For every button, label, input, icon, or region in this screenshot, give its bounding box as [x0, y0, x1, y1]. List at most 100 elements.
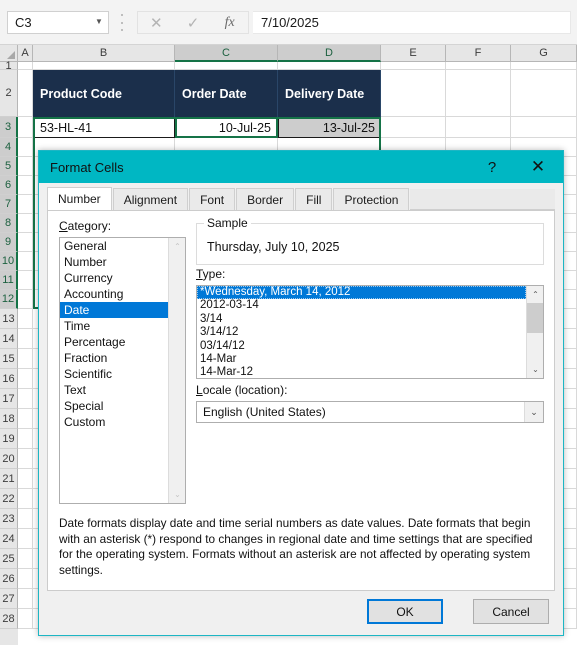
row-header-4[interactable]: 4 — [0, 138, 18, 157]
type-scroll-up-icon[interactable]: ⌃ — [527, 286, 543, 303]
tab-alignment[interactable]: Alignment — [112, 188, 189, 210]
row-header-13[interactable]: 13 — [0, 309, 18, 329]
cell-E3[interactable] — [381, 117, 446, 138]
type-item-2[interactable]: 3/14 — [197, 313, 526, 326]
category-item-custom[interactable]: Custom — [60, 414, 168, 430]
cell-A25[interactable] — [18, 549, 33, 569]
row-header-12[interactable]: 12 — [0, 290, 18, 309]
chevron-down-icon[interactable]: ▼ — [90, 17, 108, 28]
cell-C3-active[interactable]: 10-Jul-25 — [175, 117, 278, 138]
cell-B3[interactable]: 53-HL-41 — [33, 117, 175, 138]
column-header-e[interactable]: E — [381, 45, 446, 62]
row-header-20[interactable]: 20 — [0, 449, 18, 469]
cell-F1[interactable] — [446, 62, 511, 70]
cell-A28[interactable] — [18, 609, 33, 629]
row-header-6[interactable]: 6 — [0, 176, 18, 195]
row-header-1[interactable]: 1 — [0, 60, 18, 72]
category-item-date[interactable]: Date — [60, 302, 168, 318]
row-header-26[interactable]: 26 — [0, 569, 18, 589]
cell-A18[interactable] — [18, 409, 33, 429]
cancel-button[interactable]: Cancel — [473, 599, 549, 624]
type-item-0[interactable]: *Wednesday, March 14, 2012 — [197, 286, 526, 300]
help-icon[interactable]: ? — [475, 151, 509, 183]
column-header-b[interactable]: B — [33, 45, 175, 62]
cell-A22[interactable] — [18, 489, 33, 509]
cancel-entry-icon[interactable]: ✕ — [138, 12, 175, 33]
cell-A20[interactable] — [18, 449, 33, 469]
tab-fill[interactable]: Fill — [295, 188, 333, 210]
row-header-3[interactable]: 3 — [0, 117, 18, 138]
tab-protection[interactable]: Protection — [333, 188, 410, 210]
cell-E2[interactable] — [381, 70, 446, 117]
category-listbox[interactable]: General Number Currency Accounting Date Time P… — [59, 237, 186, 504]
column-header-a[interactable]: A — [18, 45, 33, 62]
row-header-8[interactable]: 8 — [0, 214, 18, 233]
cell-A10[interactable] — [18, 252, 33, 271]
row-header-19[interactable]: 19 — [0, 429, 18, 449]
name-box[interactable]: C3 ▼ — [7, 11, 109, 34]
chevron-down-icon[interactable]: ⌄ — [524, 402, 543, 422]
ok-button[interactable]: OK — [367, 599, 443, 624]
cell-F2[interactable] — [446, 70, 511, 117]
category-item-number[interactable]: Number — [60, 254, 168, 270]
row-header-22[interactable]: 22 — [0, 489, 18, 509]
cell-A5[interactable] — [18, 157, 33, 176]
cell-E1[interactable] — [381, 62, 446, 70]
row-header-16[interactable]: 16 — [0, 369, 18, 389]
cell-F3[interactable] — [446, 117, 511, 138]
category-scroll-up-icon[interactable]: ⌃ — [169, 238, 185, 255]
row-header-2[interactable]: 2 — [0, 70, 18, 117]
cell-G3[interactable] — [511, 117, 577, 138]
cell-A6[interactable] — [18, 176, 33, 195]
category-scrollbar[interactable]: ⌃ ⌄ — [168, 238, 185, 503]
column-header-g[interactable]: G — [511, 45, 577, 62]
row-header-7[interactable]: 7 — [0, 195, 18, 214]
row-header-15[interactable]: 15 — [0, 349, 18, 369]
cell-B2-product-code-header[interactable]: Product Code — [33, 70, 175, 117]
type-item-5[interactable]: 14-Mar — [197, 353, 526, 366]
tab-border[interactable]: Border — [236, 188, 295, 210]
row-header-24[interactable]: 24 — [0, 529, 18, 549]
type-scrollbar-thumb[interactable] — [527, 303, 543, 333]
type-item-1[interactable]: 2012-03-14 — [197, 299, 526, 312]
cell-B1[interactable] — [33, 62, 175, 70]
row-header-25[interactable]: 25 — [0, 549, 18, 569]
cell-A7[interactable] — [18, 195, 33, 214]
category-item-currency[interactable]: Currency — [60, 270, 168, 286]
cell-C2-order-date-header[interactable]: Order Date — [175, 70, 278, 117]
cell-A9[interactable] — [18, 233, 33, 252]
cell-A14[interactable] — [18, 329, 33, 349]
row-header-18[interactable]: 18 — [0, 409, 18, 429]
cell-A26[interactable] — [18, 569, 33, 589]
column-header-f[interactable]: F — [446, 45, 511, 62]
row-header-9[interactable]: 9 — [0, 233, 18, 252]
row-header-14[interactable]: 14 — [0, 329, 18, 349]
category-item-time[interactable]: Time — [60, 318, 168, 334]
cell-A19[interactable] — [18, 429, 33, 449]
category-item-accounting[interactable]: Accounting — [60, 286, 168, 302]
tab-number[interactable]: Number — [47, 187, 112, 210]
confirm-entry-icon[interactable]: ✓ — [175, 12, 212, 33]
category-item-percentage[interactable]: Percentage — [60, 334, 168, 350]
cell-A12[interactable] — [18, 290, 33, 309]
cell-C1[interactable] — [175, 62, 278, 70]
cell-D2-delivery-date-header[interactable]: Delivery Date — [278, 70, 381, 117]
cell-A11[interactable] — [18, 271, 33, 290]
cell-A8[interactable] — [18, 214, 33, 233]
cell-G2[interactable] — [511, 70, 577, 117]
category-item-general[interactable]: General — [60, 238, 168, 254]
cell-D3[interactable]: 13-Jul-25 — [278, 117, 381, 138]
row-header-17[interactable]: 17 — [0, 389, 18, 409]
formula-input[interactable]: 7/10/2025 — [253, 11, 571, 34]
tab-font[interactable]: Font — [189, 188, 236, 210]
type-scrollbar[interactable]: ⌃ ⌄ — [526, 286, 543, 378]
cell-A3[interactable] — [18, 117, 33, 138]
type-item-6[interactable]: 14-Mar-12 — [197, 366, 526, 378]
row-header-5[interactable]: 5 — [0, 157, 18, 176]
column-header-c[interactable]: C — [175, 45, 278, 62]
cell-A4[interactable] — [18, 138, 33, 157]
locale-combobox[interactable]: English (United States) ⌄ — [196, 401, 544, 423]
row-header-28[interactable]: 28 — [0, 609, 18, 629]
cell-A17[interactable] — [18, 389, 33, 409]
cell-A24[interactable] — [18, 529, 33, 549]
